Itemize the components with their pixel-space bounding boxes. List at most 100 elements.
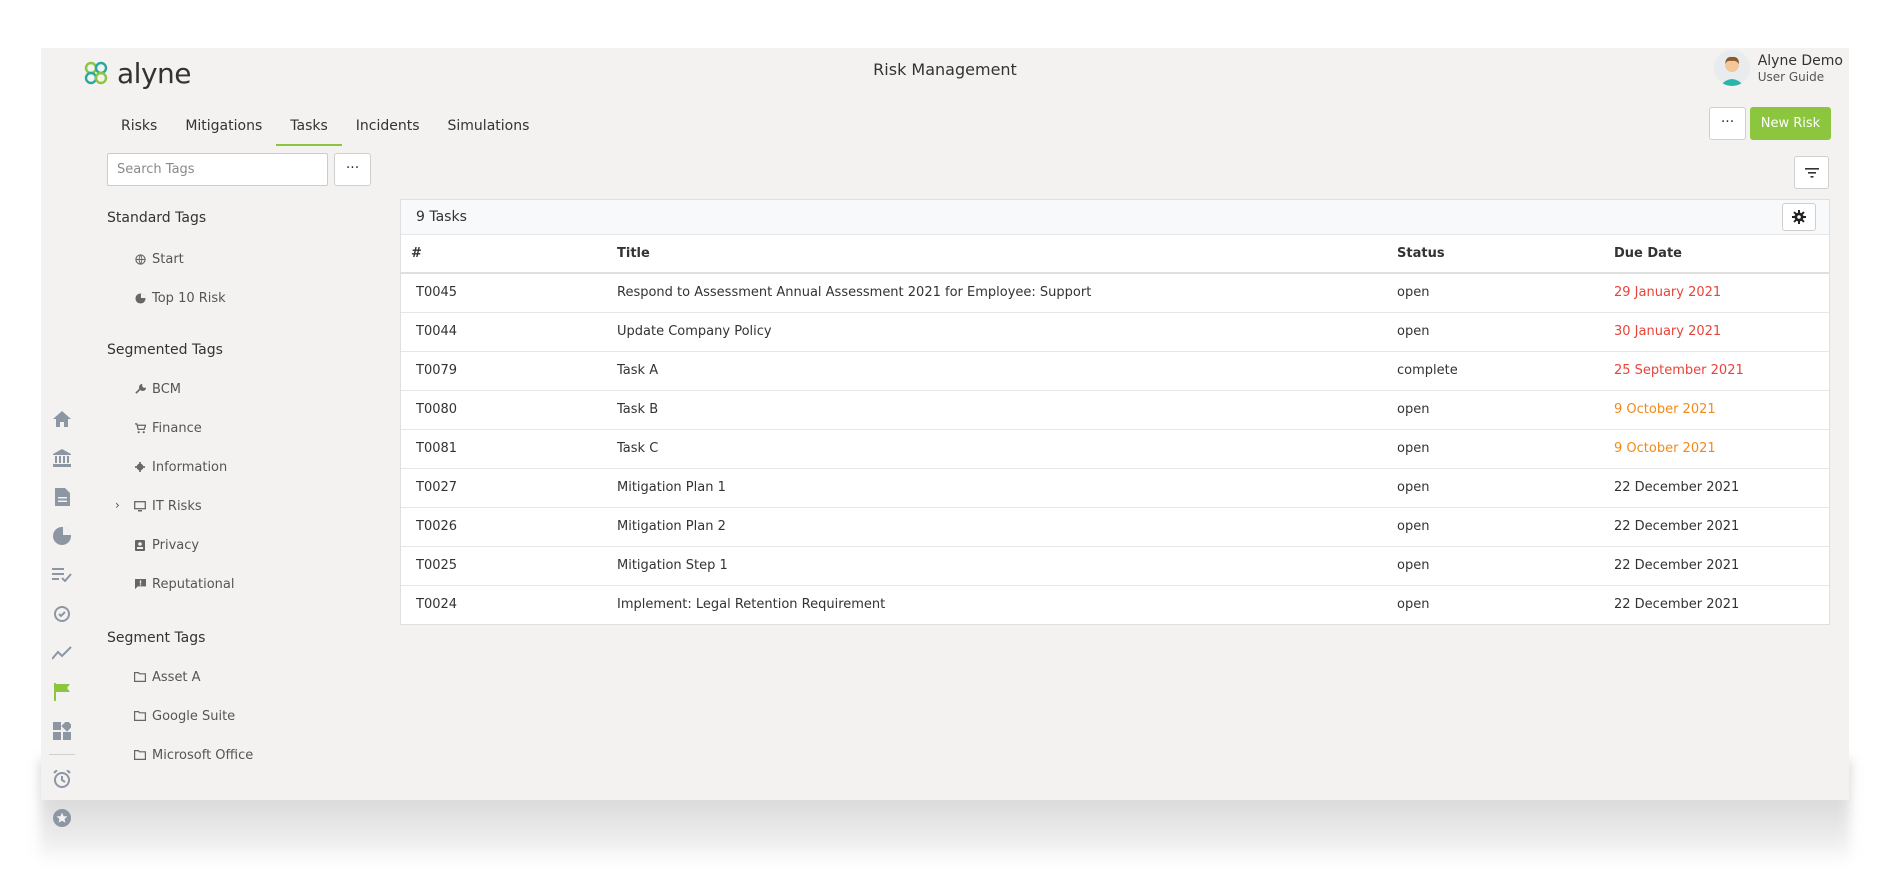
task-status-cell: open	[1397, 390, 1614, 430]
task-due-date-cell: 9 October 2021	[1614, 390, 1829, 430]
task-status-cell: open	[1397, 429, 1614, 469]
tab-incidents[interactable]: Incidents	[342, 106, 434, 146]
task-title-cell: Task C	[617, 429, 1397, 469]
wrench-icon	[134, 383, 146, 395]
task-due-date-cell: 22 December 2021	[1614, 597, 1740, 613]
table-row[interactable]: T0025 Mitigation Step 1 open 22 December 20…	[401, 546, 1829, 586]
avatar	[1713, 50, 1750, 86]
document-icon[interactable]	[51, 486, 73, 508]
tag-google-suite[interactable]: Google Suite	[134, 707, 235, 725]
module-tabs: Risks Mitigations Tasks Incidents Simula…	[107, 106, 543, 146]
task-due-date-cell: 9 October 2021	[1614, 429, 1829, 469]
filter-button[interactable]	[1794, 156, 1829, 189]
task-title-cell: Task B	[617, 390, 1397, 430]
tag-top-10-risk[interactable]: Top 10 Risk	[134, 289, 226, 307]
flag-icon[interactable]	[51, 681, 73, 703]
bank-icon[interactable]	[51, 447, 73, 469]
column-header-status[interactable]: Status	[1397, 235, 1614, 274]
segment-tags-heading: Segment Tags	[107, 630, 206, 646]
task-status-cell: open	[1397, 273, 1614, 313]
task-status-cell: open	[1397, 546, 1614, 586]
user-menu[interactable]: Alyne Demo User Guide	[1713, 50, 1843, 86]
table-row[interactable]: T0081 Task Copen 9 October 2021	[401, 429, 1829, 469]
task-due-date-cell: 25 September 2021	[1614, 351, 1829, 391]
table-row[interactable]: T0079 Task Acomplete 25 September 2021	[401, 351, 1829, 391]
tag-label: Top 10 Risk	[152, 290, 226, 306]
comment-icon	[134, 578, 146, 590]
table-row[interactable]: T0026 Mitigation Plan 2 open 22 December 20…	[401, 507, 1829, 547]
task-due-date-cell: 22 December 2021	[1614, 507, 1829, 547]
tag-finance[interactable]: Finance	[134, 419, 202, 437]
rail-divider	[49, 754, 75, 755]
pie-chart-icon[interactable]	[51, 525, 73, 547]
table-row[interactable]: T0045 Respond to Assessment Annual Assess…	[401, 273, 1829, 313]
segmented-tags-heading: Segmented Tags	[107, 342, 223, 358]
star-icon[interactable]	[51, 807, 73, 829]
task-id-cell: T0024	[416, 597, 458, 613]
tag-asset-a[interactable]: Asset A	[134, 668, 201, 686]
page-title: Risk Management	[873, 60, 1017, 79]
gear-small-icon	[134, 461, 146, 473]
column-header-id[interactable]: #	[401, 235, 617, 274]
tag-label: Privacy	[152, 537, 200, 553]
badge-icon	[134, 539, 146, 551]
task-status-cell: open	[1397, 468, 1614, 508]
tag-bcm[interactable]: BCM	[134, 380, 181, 398]
app-window: alyne Risk Management Alyne Demo User Gu…	[41, 48, 1849, 827]
tag-it-risks[interactable]: IT Risks	[134, 497, 202, 515]
tag-options-button[interactable]: ···	[334, 153, 371, 186]
task-id-cell: T0025	[401, 546, 617, 586]
trend-icon[interactable]	[51, 642, 73, 664]
tag-information[interactable]: Information	[134, 458, 227, 476]
task-title-cell: Implement: Legal Retention Requirement	[617, 597, 886, 613]
tab-tasks[interactable]: Tasks	[276, 106, 342, 146]
home-icon[interactable]	[51, 408, 73, 430]
task-id-cell: T0081	[401, 429, 617, 469]
task-id-cell: T0026	[401, 507, 617, 547]
column-header-due-date[interactable]: Due Date	[1614, 235, 1829, 274]
search-tags-input[interactable]	[107, 153, 328, 186]
user-name: Alyne Demo	[1757, 53, 1843, 69]
tag-label: Start	[152, 251, 184, 267]
task-due-date-cell: 29 January 2021	[1614, 273, 1829, 313]
tag-privacy[interactable]: Privacy	[134, 536, 199, 554]
task-due-date-cell: 22 December 2021	[1614, 468, 1829, 508]
more-actions-button[interactable]: ···	[1709, 107, 1746, 140]
table-row[interactable]: T0080 Task Bopen 9 October 2021	[401, 390, 1829, 430]
folder-icon	[134, 671, 146, 683]
table-row[interactable]: T0027 Mitigation Plan 1 open 22 December 20…	[401, 468, 1829, 508]
column-header-title[interactable]: Title	[617, 235, 1397, 274]
tag-label: Reputational	[152, 576, 235, 592]
new-risk-button[interactable]: New Risk	[1750, 107, 1831, 140]
alarm-icon[interactable]	[51, 768, 73, 790]
tab-simulations[interactable]: Simulations	[434, 106, 544, 146]
task-status-cell: complete	[1397, 351, 1614, 391]
standard-tags-heading: Standard Tags	[107, 210, 207, 226]
monitor-icon	[134, 500, 146, 512]
task-status-cell: open	[1397, 312, 1614, 352]
tasks-table: # Title Status Due Date T0045 Respond to …	[401, 235, 1829, 624]
checklist-icon[interactable]	[51, 564, 73, 586]
globe-icon	[134, 253, 146, 265]
tag-start[interactable]: Start	[134, 250, 184, 268]
folder-icon	[134, 749, 146, 761]
task-title-cell: Task A	[617, 351, 1397, 391]
task-id-cell: T0080	[401, 390, 617, 430]
filter-icon	[1804, 167, 1819, 178]
task-status-cell: open	[1397, 507, 1614, 547]
tab-mitigations[interactable]: Mitigations	[171, 106, 276, 146]
table-header-row: # Title Status Due Date	[401, 235, 1829, 274]
expand-chevron-icon[interactable]: ›	[115, 498, 120, 512]
tab-risks[interactable]: Risks	[107, 106, 171, 146]
task-due-date-cell: 30 January 2021	[1614, 312, 1829, 352]
folder-icon	[134, 710, 146, 722]
table-row[interactable]: T0044 Update Company Policy open 30 January…	[401, 312, 1829, 352]
dashboard-icon[interactable]	[51, 720, 73, 742]
task-title-cell: Mitigation Plan 2	[617, 507, 1397, 547]
table-row[interactable]: T0024 Implement: Legal Retention Requirem…	[401, 585, 1829, 624]
tag-reputational[interactable]: Reputational	[134, 575, 234, 593]
task-title-cell: Mitigation Step 1	[617, 546, 1397, 586]
table-settings-button[interactable]	[1782, 203, 1816, 231]
tag-microsoft-office[interactable]: Microsoft Office	[134, 746, 253, 764]
sync-icon[interactable]	[51, 603, 73, 625]
